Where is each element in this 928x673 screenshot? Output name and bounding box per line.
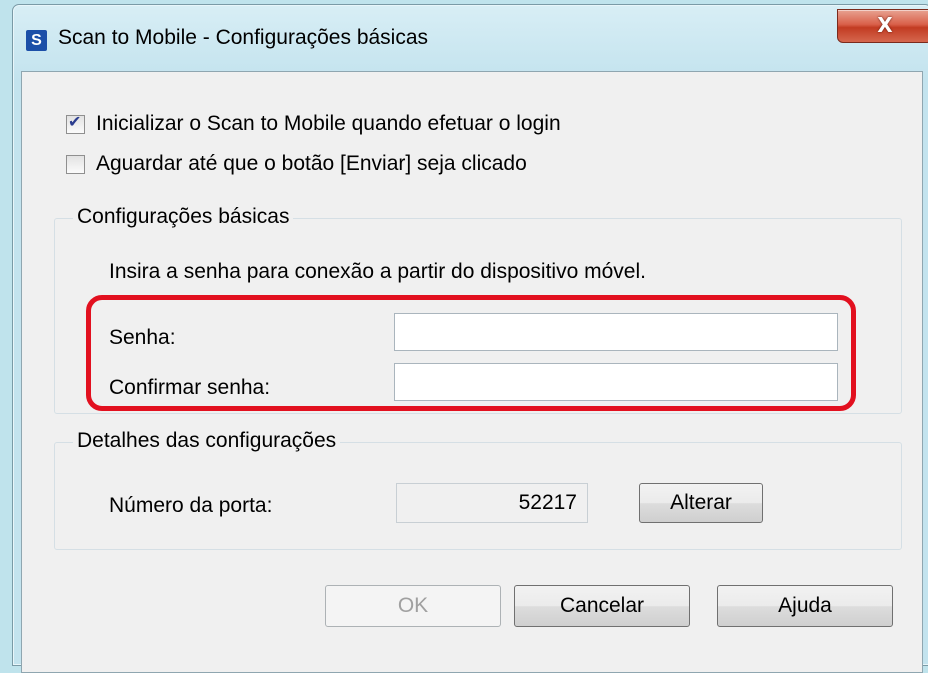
- autostart-checkbox[interactable]: ✔: [66, 114, 85, 134]
- wait-send-label: Aguardar até que o botão [Enviar] seja c…: [96, 152, 527, 175]
- port-label: Número da porta:: [109, 494, 273, 517]
- ok-button[interactable]: OK: [325, 585, 501, 627]
- instruction-text: Insira a senha para conexão a partir do …: [109, 260, 646, 283]
- change-port-button[interactable]: Alterar: [639, 483, 763, 523]
- window-title: Scan to Mobile - Configurações básicas: [58, 26, 429, 49]
- close-button[interactable]: X: [837, 9, 928, 43]
- help-button[interactable]: Ajuda: [717, 585, 893, 627]
- close-icon: X: [877, 13, 893, 37]
- basic-settings-title: Configurações básicas: [73, 205, 294, 229]
- cancel-button[interactable]: Cancelar: [514, 585, 690, 627]
- password-highlight-frame: [86, 295, 856, 411]
- autostart-label: Inicializar o Scan to Mobile quando efet…: [96, 112, 561, 135]
- wait-send-checkbox[interactable]: [66, 155, 85, 174]
- port-number-field: 52217: [396, 483, 588, 523]
- app-icon: S: [26, 30, 47, 51]
- checkmark-icon: ✔: [68, 114, 82, 131]
- details-title: Detalhes das configurações: [73, 429, 341, 453]
